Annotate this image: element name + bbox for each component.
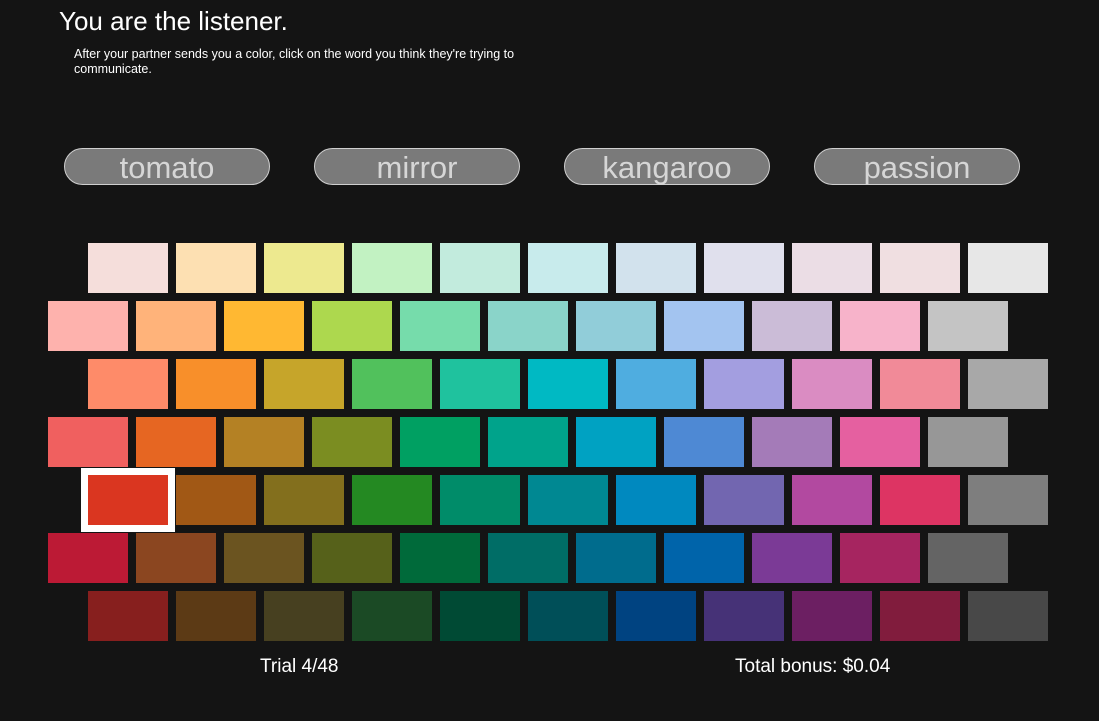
color-swatch[interactable] (264, 359, 344, 409)
word-button-tomato[interactable]: tomato (64, 148, 270, 185)
color-swatch[interactable] (880, 591, 960, 641)
color-swatch[interactable] (968, 591, 1048, 641)
color-swatch[interactable] (352, 475, 432, 525)
color-swatch[interactable] (576, 301, 656, 351)
color-swatch[interactable] (488, 417, 568, 467)
color-swatch[interactable] (48, 533, 128, 583)
color-swatch[interactable] (528, 475, 608, 525)
color-swatch-selected[interactable] (81, 468, 175, 532)
color-swatch[interactable] (176, 359, 256, 409)
color-swatch[interactable] (440, 243, 520, 293)
color-swatch[interactable] (312, 533, 392, 583)
instructions-text: After your partner sends you a color, cl… (74, 47, 515, 76)
color-swatch[interactable] (48, 301, 128, 351)
color-swatch[interactable] (48, 417, 128, 467)
color-swatch[interactable] (488, 533, 568, 583)
color-swatch[interactable] (704, 243, 784, 293)
color-swatch[interactable] (264, 591, 344, 641)
color-swatch[interactable] (488, 301, 568, 351)
color-swatch[interactable] (792, 475, 872, 525)
color-swatch[interactable] (176, 243, 256, 293)
color-swatch[interactable] (664, 301, 744, 351)
color-swatch[interactable] (88, 359, 168, 409)
word-button-mirror[interactable]: mirror (314, 148, 520, 185)
color-swatch[interactable] (312, 417, 392, 467)
color-swatch[interactable] (224, 301, 304, 351)
color-swatch[interactable] (928, 533, 1008, 583)
total-bonus: Total bonus: $0.04 (735, 656, 891, 677)
color-swatch[interactable] (752, 417, 832, 467)
trial-counter: Trial 4/48 (260, 656, 339, 677)
color-swatch[interactable] (400, 301, 480, 351)
color-swatch[interactable] (880, 243, 960, 293)
color-swatch[interactable] (752, 301, 832, 351)
color-swatch[interactable] (968, 243, 1048, 293)
color-swatch[interactable] (136, 301, 216, 351)
color-swatch[interactable] (704, 359, 784, 409)
color-swatch[interactable] (176, 475, 256, 525)
color-swatch[interactable] (840, 533, 920, 583)
color-swatch[interactable] (704, 591, 784, 641)
color-swatch[interactable] (616, 359, 696, 409)
color-swatch[interactable] (176, 591, 256, 641)
color-swatch[interactable] (440, 475, 520, 525)
color-swatch[interactable] (224, 417, 304, 467)
color-swatch[interactable] (792, 243, 872, 293)
color-swatch[interactable] (664, 417, 744, 467)
color-swatch[interactable] (928, 301, 1008, 351)
color-swatch[interactable] (528, 591, 608, 641)
color-swatch[interactable] (264, 243, 344, 293)
color-swatch[interactable] (400, 533, 480, 583)
color-swatch[interactable] (440, 591, 520, 641)
color-swatch[interactable] (136, 417, 216, 467)
color-swatch[interactable] (704, 475, 784, 525)
color-swatch[interactable] (792, 591, 872, 641)
color-swatch[interactable] (576, 417, 656, 467)
color-swatch[interactable] (264, 475, 344, 525)
color-swatch[interactable] (880, 359, 960, 409)
color-swatch[interactable] (968, 359, 1048, 409)
color-swatch[interactable] (840, 301, 920, 351)
page-title: You are the listener. (59, 6, 288, 36)
color-swatch[interactable] (352, 243, 432, 293)
color-swatch[interactable] (88, 243, 168, 293)
color-grid (0, 0, 1099, 721)
color-swatch[interactable] (752, 533, 832, 583)
color-swatch[interactable] (840, 417, 920, 467)
color-swatch[interactable] (880, 475, 960, 525)
color-swatch[interactable] (352, 359, 432, 409)
color-swatch[interactable] (792, 359, 872, 409)
color-swatch[interactable] (968, 475, 1048, 525)
color-swatch[interactable] (312, 301, 392, 351)
color-swatch[interactable] (616, 475, 696, 525)
color-swatch[interactable] (616, 591, 696, 641)
color-swatch[interactable] (352, 591, 432, 641)
word-button-passion[interactable]: passion (814, 148, 1020, 185)
color-swatch[interactable] (224, 533, 304, 583)
color-swatch[interactable] (136, 533, 216, 583)
color-swatch[interactable] (576, 533, 656, 583)
color-swatch[interactable] (440, 359, 520, 409)
word-button-kangaroo[interactable]: kangaroo (564, 148, 770, 185)
color-swatch[interactable] (616, 243, 696, 293)
color-swatch[interactable] (88, 591, 168, 641)
color-swatch[interactable] (664, 533, 744, 583)
color-swatch[interactable] (928, 417, 1008, 467)
color-swatch[interactable] (400, 417, 480, 467)
color-swatch[interactable] (528, 243, 608, 293)
color-swatch[interactable] (528, 359, 608, 409)
